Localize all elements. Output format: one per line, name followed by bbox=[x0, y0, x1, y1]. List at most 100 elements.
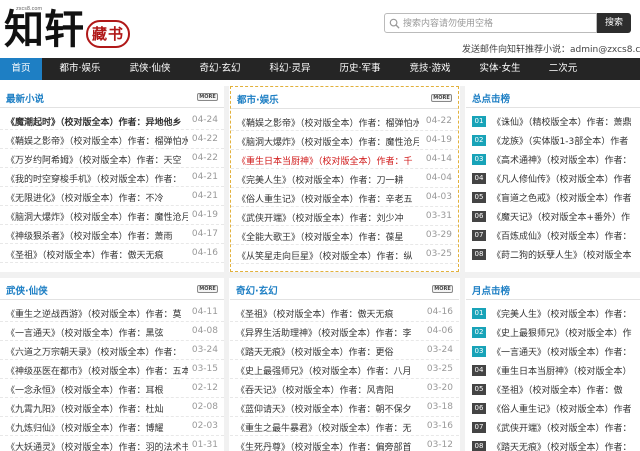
book-title-link[interactable]: 《重生日本当厨神》（校对版全本） bbox=[492, 364, 638, 377]
rank-item[interactable]: 04 《凡人修仙传》（校对版全本）作者 bbox=[466, 169, 640, 188]
rank-item[interactable]: 03 《高术通神》（校对版全本）作者： bbox=[466, 150, 640, 169]
book-title-link[interactable]: 《九霄九阳》（校对版全本）作者：杜灿 bbox=[6, 402, 188, 415]
novel-list-item[interactable]: 《六道之万宗朝天录》（校对版全本）作者： 03-24 bbox=[0, 342, 224, 360]
book-title-link[interactable]: 《武侠开端》（校对版全本）作者：刘少冲 bbox=[237, 211, 419, 224]
book-title-link[interactable]: 《蓝仰请天》（校对版全本）作者：朝不保夕 bbox=[236, 402, 418, 415]
book-title-link[interactable]: 《诛仙》（精校版全本）作者：萧鼎 bbox=[492, 115, 638, 128]
novel-list-item[interactable]: 《九炼归仙》（校对版全本）作者：博耀 02-03 bbox=[0, 418, 224, 436]
rank-item[interactable]: 05 《圣祖》（校对版全本）作者：傲 bbox=[466, 380, 640, 399]
novel-list-item[interactable]: 《鞘娱之影帝》（校对版全本）作者：榴弹怕水 04-22 bbox=[0, 131, 224, 149]
book-title-link[interactable]: 《一言通天》（校对版全本）作者： bbox=[492, 345, 638, 358]
book-title-link[interactable]: 《俗人重生记》（校对版全本）作者：辛老五 bbox=[237, 192, 419, 205]
novel-list-item[interactable]: 《从笑星走向巨星》（校对版全本）作者：纵 03-25 bbox=[231, 246, 458, 264]
book-title-link[interactable]: 《圣祖》（校对版全本）作者：傲 bbox=[492, 383, 638, 396]
novel-list-item[interactable]: 《脑洞大爆炸》（校对版全本）作者：魔性沧月 04-19 bbox=[231, 132, 458, 150]
novel-list-item[interactable]: 《俗人重生记》（校对版全本）作者：辛老五 04-03 bbox=[231, 189, 458, 207]
book-title-link[interactable]: 《魔潮起时》（校对版全本）作者：异地他乡 bbox=[6, 115, 188, 128]
book-title-link[interactable]: 《鞘娱之影帝》（校对版全本）作者：榴弹怕水 bbox=[6, 134, 188, 147]
nav-item-physical[interactable]: 实体·女生 bbox=[468, 58, 532, 80]
rank-item[interactable]: 07 《百炼成仙》（校对版全本）作者： bbox=[466, 226, 640, 245]
search-input[interactable] bbox=[403, 16, 593, 31]
nav-item-history[interactable]: 历史·军事 bbox=[328, 58, 392, 80]
book-title-link[interactable]: 《万岁约阿希姆》（校对版全本）作者：天空 bbox=[6, 153, 188, 166]
more-button[interactable]: MORE bbox=[197, 285, 218, 293]
novel-list-item[interactable]: 《万岁约阿希姆》（校对版全本）作者：天空 04-22 bbox=[0, 150, 224, 168]
novel-list-item[interactable]: 《蓝仰请天》（校对版全本）作者：朝不保夕 03-18 bbox=[230, 399, 459, 417]
novel-list-item[interactable]: 《鞘娱之影帝》（校对版全本）作者：榴弹怕水 04-22 bbox=[231, 113, 458, 131]
novel-list-item[interactable]: 《脑洞大爆炸》（校对版全本）作者：魔性沧月 04-19 bbox=[0, 207, 224, 225]
more-button[interactable]: MORE bbox=[197, 93, 218, 101]
book-title-link[interactable]: 《百炼成仙》（校对版全本）作者： bbox=[492, 229, 638, 242]
book-title-link[interactable]: 《从笑星走向巨星》（校对版全本）作者：纵 bbox=[237, 249, 419, 262]
book-title-link[interactable]: 《鞘娱之影帝》（校对版全本）作者：榴弹怕水 bbox=[237, 116, 419, 129]
novel-list-item[interactable]: 《武侠开端》（校对版全本）作者：刘少冲 03-31 bbox=[231, 208, 458, 226]
more-button[interactable]: MORE bbox=[431, 94, 452, 102]
novel-list-item[interactable]: 《我的时空穿梭手机》（校对版全本）作者： 04-21 bbox=[0, 169, 224, 187]
rank-item[interactable]: 08 《踏天无痕》（校对版全本）作者： bbox=[466, 437, 640, 451]
rank-item[interactable]: 07 《武侠开端》（校对版全本）作者： bbox=[466, 418, 640, 437]
more-button[interactable]: MORE bbox=[432, 285, 453, 293]
book-title-link[interactable]: 《六道之万宗朝天录》（校对版全本）作者： bbox=[6, 345, 188, 358]
rank-item[interactable]: 06 《俗人重生记》（校对版全本）作者 bbox=[466, 399, 640, 418]
book-title-link[interactable]: 《重生之逆战西游》（校对版全本）作者：莫 bbox=[6, 307, 188, 320]
rank-item[interactable]: 06 《魔天记》（校对版全本+番外）作 bbox=[466, 207, 640, 226]
rank-item[interactable]: 02 《史上最狠师兄》（校对版全本）作 bbox=[466, 323, 640, 342]
novel-list-item[interactable]: 《吞天记》（校对版全本）作者：风青阳 03-20 bbox=[230, 380, 459, 398]
book-title-link[interactable]: 《圣祖》（校对版全本）作者：傲天无痕 bbox=[6, 248, 188, 261]
book-title-link[interactable]: 《完美人生》（校对版全本）作者： bbox=[492, 307, 638, 320]
book-title-link[interactable]: 《史上最强师兄》（校对版全本）作者：八月 bbox=[236, 364, 418, 377]
novel-list-item[interactable]: 《重生之逆战西游》（校对版全本）作者：莫 04-11 bbox=[0, 304, 224, 322]
book-title-link[interactable]: 《无限进化》（校对版全本）作者：不冷 bbox=[6, 191, 188, 204]
rank-item[interactable]: 04 《重生日本当厨神》（校对版全本） bbox=[466, 361, 640, 380]
book-title-link[interactable]: 《莳二狗的妖孽人生》（校对版全本 bbox=[492, 248, 638, 261]
rank-item[interactable]: 01 《诛仙》（精校版全本）作者：萧鼎 bbox=[466, 112, 640, 131]
book-title-link[interactable]: 《生死丹尊》（校对版全本）作者：偏旁部首 bbox=[236, 440, 418, 451]
novel-list-item[interactable]: 《全能大歌王》（校对版全本）作者：葆星 03-29 bbox=[231, 227, 458, 245]
book-title-link[interactable]: 《全能大歌王》（校对版全本）作者：葆星 bbox=[237, 230, 419, 243]
site-logo[interactable]: zxcs8.com 知 轩 藏书 bbox=[4, 4, 134, 56]
rank-item[interactable]: 01 《完美人生》（校对版全本）作者： bbox=[466, 304, 640, 323]
novel-list-item[interactable]: 《神级狠杀者》（校对版全本）作者：萧雨 04-17 bbox=[0, 226, 224, 244]
novel-list-item[interactable]: 《一言通天》（校对版全本）作者：黑弦 04-08 bbox=[0, 323, 224, 341]
novel-list-item[interactable]: 《重生之最牛暴君》（校对版全本）作者：无 03-16 bbox=[230, 418, 459, 436]
novel-list-item[interactable]: 《异界生活助理神》（校对版全本）作者：李 04-06 bbox=[230, 323, 459, 341]
book-title-link[interactable]: 《九炼归仙》（校对版全本）作者：博耀 bbox=[6, 421, 188, 434]
book-title-link[interactable]: 《踏天无痕》（校对版全本）作者： bbox=[492, 440, 638, 451]
book-title-link[interactable]: 《神级巫医在都市》（校对版全本）作者：五本 bbox=[6, 364, 188, 377]
rank-item[interactable]: 02 《龙族》（实体版1-3部全本）作者 bbox=[466, 131, 640, 150]
book-title-link[interactable]: 《大妖通灵》（校对版全本）作者：羽的法术书 bbox=[6, 440, 188, 451]
book-title-link[interactable]: 《神级狠杀者》（校对版全本）作者：萧雨 bbox=[6, 229, 188, 242]
nav-item-acg[interactable]: 二次元 bbox=[538, 58, 588, 80]
novel-list-item[interactable]: 《无限进化》（校对版全本）作者：不冷 04-21 bbox=[0, 188, 224, 206]
novel-list-item[interactable]: 《圣祖》（校对版全本）作者：傲天无痕 04-16 bbox=[0, 245, 224, 263]
nav-item-urban[interactable]: 都市·娱乐 bbox=[48, 58, 112, 80]
search-button[interactable]: 搜索 bbox=[597, 13, 631, 33]
book-title-link[interactable]: 《俗人重生记》（校对版全本）作者 bbox=[492, 402, 638, 415]
book-title-link[interactable]: 《武侠开端》（校对版全本）作者： bbox=[492, 421, 638, 434]
book-title-link[interactable]: 《一念永恒》（校对版全本）作者：耳根 bbox=[6, 383, 188, 396]
novel-list-item[interactable]: 《九霄九阳》（校对版全本）作者：杜灿 02-08 bbox=[0, 399, 224, 417]
novel-list-item[interactable]: 《完美人生》（校对版全本）作者：刀一耕 04-04 bbox=[231, 170, 458, 188]
book-title-link[interactable]: 《一言通天》（校对版全本）作者：黑弦 bbox=[6, 326, 188, 339]
book-title-link[interactable]: 《史上最狠师兄》（校对版全本）作 bbox=[492, 326, 638, 339]
rank-item[interactable]: 03 《一言通天》（校对版全本）作者： bbox=[466, 342, 640, 361]
book-title-link[interactable]: 《凡人修仙传》（校对版全本）作者 bbox=[492, 172, 638, 185]
novel-list-item[interactable]: 《踏天无痕》（校对版全本）作者：更俗 03-24 bbox=[230, 342, 459, 360]
book-title-link[interactable]: 《龙族》（实体版1-3部全本）作者 bbox=[492, 134, 638, 147]
novel-list-item[interactable]: 《一念永恒》（校对版全本）作者：耳根 02-12 bbox=[0, 380, 224, 398]
book-title-link[interactable]: 《我的时空穿梭手机》（校对版全本）作者： bbox=[6, 172, 188, 185]
novel-list-item[interactable]: 《圣祖》（校对版全本）作者：傲天无痕 04-16 bbox=[230, 304, 459, 322]
book-title-link[interactable]: 《吞天记》（校对版全本）作者：风青阳 bbox=[236, 383, 418, 396]
rank-item[interactable]: 05 《盲道之色戒》（校对版全本）作者 bbox=[466, 188, 640, 207]
book-title-link[interactable]: 《盲道之色戒》（校对版全本）作者 bbox=[492, 191, 638, 204]
rank-item[interactable]: 08 《莳二狗的妖孽人生》（校对版全本 bbox=[466, 245, 640, 264]
novel-list-item[interactable]: 《生死丹尊》（校对版全本）作者：偏旁部首 03-12 bbox=[230, 437, 459, 451]
book-title-link[interactable]: 《异界生活助理神》（校对版全本）作者：李 bbox=[236, 326, 418, 339]
nav-item-wuxia[interactable]: 武侠·仙侠 bbox=[118, 58, 182, 80]
book-title-link[interactable]: 《高术通神》（校对版全本）作者： bbox=[492, 153, 638, 166]
novel-list-item[interactable]: 《重生日本当厨神》（校对版全本）作者：千 04-14 bbox=[231, 151, 458, 169]
nav-item-home[interactable]: 首页 bbox=[0, 58, 42, 80]
novel-list-item[interactable]: 《史上最强师兄》（校对版全本）作者：八月 03-25 bbox=[230, 361, 459, 379]
nav-item-games[interactable]: 竞技·游戏 bbox=[398, 58, 462, 80]
book-title-link[interactable]: 《脑洞大爆炸》（校对版全本）作者：魔性沧月 bbox=[6, 210, 188, 223]
